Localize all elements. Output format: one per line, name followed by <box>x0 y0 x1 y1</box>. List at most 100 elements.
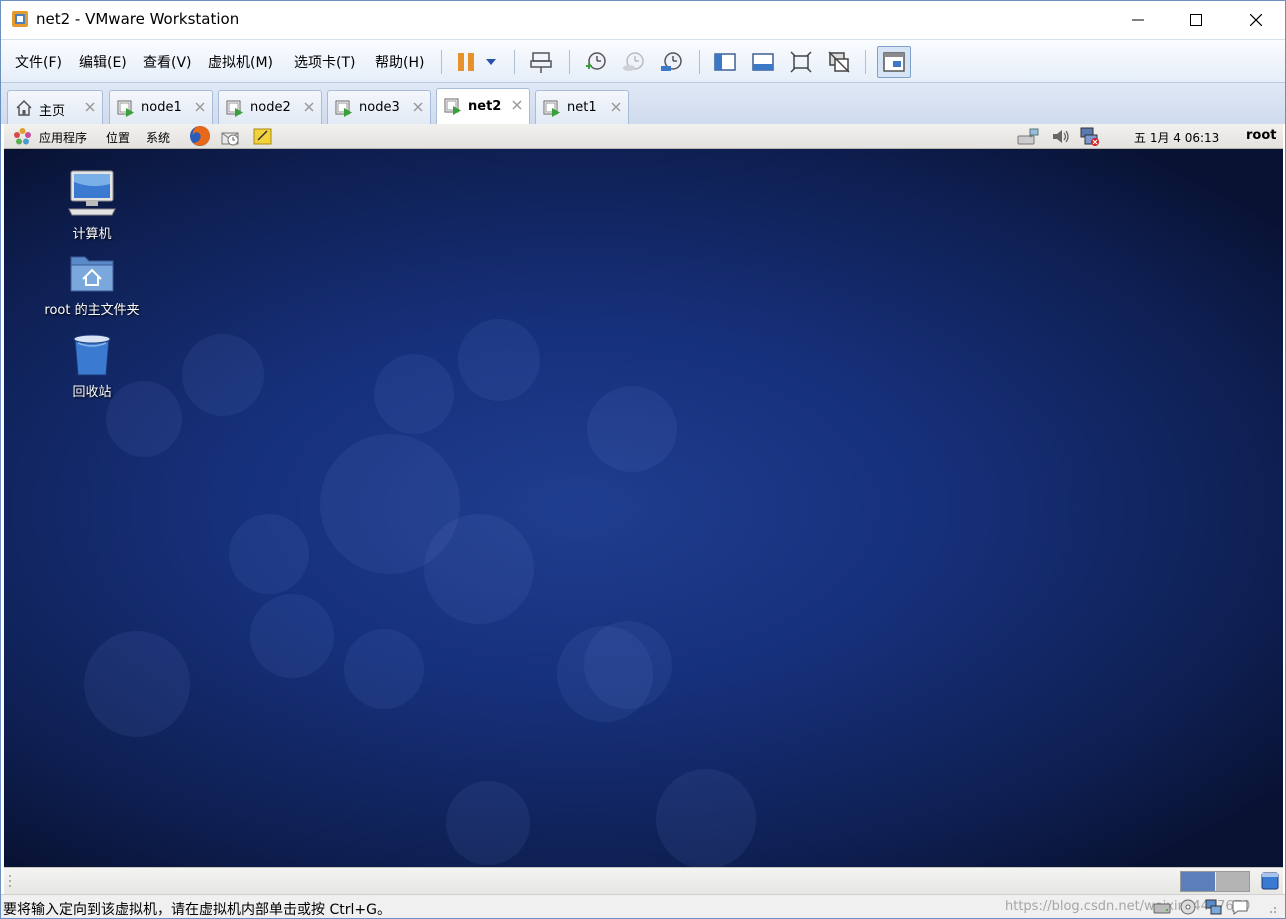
hard-disk-icon[interactable] <box>1153 898 1171 916</box>
vmware-app-icon <box>12 11 28 27</box>
sidebar-icon <box>714 53 736 71</box>
message-log-icon[interactable] <box>1231 898 1249 916</box>
minimize-button[interactable] <box>1109 1 1167 39</box>
workspace-2[interactable] <box>1216 872 1249 891</box>
menu-edit[interactable]: 编辑(E) <box>79 52 127 72</box>
workspace-switcher[interactable] <box>1180 871 1250 892</box>
menu-toolbar: 文件(F) 编辑(E) 查看(V) 虚拟机(M) 选项卡(T) 帮助(H) <box>1 39 1285 83</box>
desktop-icon-label: 计算机 <box>72 227 112 242</box>
wallpaper-bokeh <box>424 514 534 624</box>
take-snapshot-button[interactable] <box>581 48 609 76</box>
network-adapter-icon[interactable] <box>1205 898 1223 916</box>
unity-icon <box>828 51 850 73</box>
cd-rom-icon[interactable] <box>1179 898 1197 916</box>
toolbar-separator <box>514 50 515 74</box>
tab-label: 主页 <box>39 104 66 119</box>
menu-view[interactable]: 查看(V) <box>143 52 192 72</box>
mail-clock-icon[interactable] <box>220 126 241 147</box>
panel-handle-icon <box>9 875 11 887</box>
send-ctrl-alt-del-button[interactable] <box>527 48 555 76</box>
close-icon[interactable] <box>610 101 622 113</box>
wallpaper-bokeh <box>587 386 677 472</box>
power-dropdown-button[interactable] <box>480 48 502 76</box>
thumbnail-bar-button[interactable] <box>749 48 777 76</box>
close-icon[interactable] <box>511 99 523 111</box>
tab-label: node1 <box>141 100 182 115</box>
tab-net1[interactable]: net1 <box>535 90 629 124</box>
tab-node2[interactable]: node2 <box>218 90 322 124</box>
pause-icon <box>458 53 474 71</box>
wallpaper-bokeh <box>182 334 264 416</box>
wallpaper-bokeh <box>250 594 334 678</box>
tab-home[interactable]: 主页 <box>7 90 103 124</box>
vm-running-icon <box>226 100 243 117</box>
snapshot-manager-button[interactable] <box>657 48 685 76</box>
dropdown-arrow-icon <box>486 59 496 65</box>
send-ctrl-alt-del-icon <box>530 52 552 73</box>
toolbar-separator <box>865 50 866 74</box>
user-menu[interactable]: root <box>1246 128 1277 143</box>
snapshot-take-icon <box>586 52 606 70</box>
volume-icon[interactable] <box>1050 126 1071 147</box>
resize-grip-icon[interactable] <box>1261 898 1279 916</box>
maximize-icon <box>1190 14 1202 26</box>
vm-running-icon <box>117 100 134 117</box>
desktop-icon-computer[interactable]: 计算机 <box>42 169 142 242</box>
workspace-1[interactable] <box>1181 872 1215 891</box>
computer-icon <box>68 170 116 216</box>
clock[interactable]: 五 1月 4 06:13 <box>1134 129 1219 146</box>
vm-running-icon <box>335 100 352 117</box>
trash-applet-icon[interactable] <box>1260 871 1280 891</box>
close-button[interactable] <box>1227 1 1285 39</box>
wallpaper-bokeh <box>229 514 309 594</box>
menu-system[interactable]: 系统 <box>146 129 170 146</box>
close-icon <box>1250 14 1262 26</box>
menu-tabs[interactable]: 选项卡(T) <box>294 52 355 72</box>
wallpaper-bokeh <box>656 769 756 867</box>
maximize-button[interactable] <box>1167 1 1225 39</box>
home-folder-icon <box>70 256 114 292</box>
desktop-icon-trash[interactable]: 回收站 <box>42 333 142 400</box>
wallpaper-bokeh <box>446 781 530 865</box>
revert-snapshot-button[interactable] <box>619 48 647 76</box>
tab-label: node2 <box>250 100 291 115</box>
close-icon[interactable] <box>303 101 315 113</box>
network-icon[interactable] <box>1016 126 1040 147</box>
tab-label: net2 <box>468 99 502 114</box>
menu-help[interactable]: 帮助(H) <box>375 52 424 72</box>
tab-net2[interactable]: net2 <box>436 88 530 124</box>
fullscreen-button[interactable] <box>787 48 815 76</box>
wallpaper-bokeh <box>344 629 424 709</box>
fullscreen-icon <box>790 51 812 73</box>
menu-file[interactable]: 文件(F) <box>15 52 62 72</box>
snapshot-revert-icon <box>623 52 644 71</box>
status-message: 要将输入定向到该虚拟机，请在虚拟机内部单击或按 Ctrl+G。 <box>3 902 391 918</box>
network-disconnected-icon[interactable] <box>1079 126 1100 147</box>
desktop-icon-home-folder[interactable]: root 的主文件夹 <box>42 251 142 318</box>
vm-running-icon <box>543 100 560 117</box>
menu-places[interactable]: 位置 <box>106 129 130 146</box>
guest-desktop[interactable]: 计算机 root 的主文件夹 回收站 <box>4 149 1283 867</box>
firefox-icon[interactable] <box>188 124 212 148</box>
close-icon[interactable] <box>194 101 206 113</box>
wallpaper-bokeh <box>584 621 672 709</box>
close-icon[interactable] <box>412 101 424 113</box>
wallpaper-bokeh <box>84 631 190 737</box>
vmware-window: net2 - VMware Workstation 文件(F) 编辑(E) 查看… <box>0 0 1286 919</box>
close-icon[interactable] <box>84 101 96 113</box>
tab-node1[interactable]: node1 <box>109 90 213 124</box>
menu-vm[interactable]: 虚拟机(M) <box>208 52 273 72</box>
thumbnail-bar-icon <box>752 53 774 71</box>
unity-button[interactable] <box>825 48 853 76</box>
menu-applications[interactable]: 应用程序 <box>39 129 87 146</box>
toolbar-separator <box>441 50 442 74</box>
tab-node3[interactable]: node3 <box>327 90 431 124</box>
minimize-icon <box>1132 19 1144 21</box>
trash-icon <box>73 334 111 376</box>
show-library-button[interactable] <box>711 48 739 76</box>
notes-icon[interactable] <box>252 126 273 147</box>
tab-label: node3 <box>359 100 400 115</box>
console-view-button[interactable] <box>877 46 911 78</box>
pause-button[interactable] <box>452 48 480 76</box>
tab-label: net1 <box>567 100 597 115</box>
